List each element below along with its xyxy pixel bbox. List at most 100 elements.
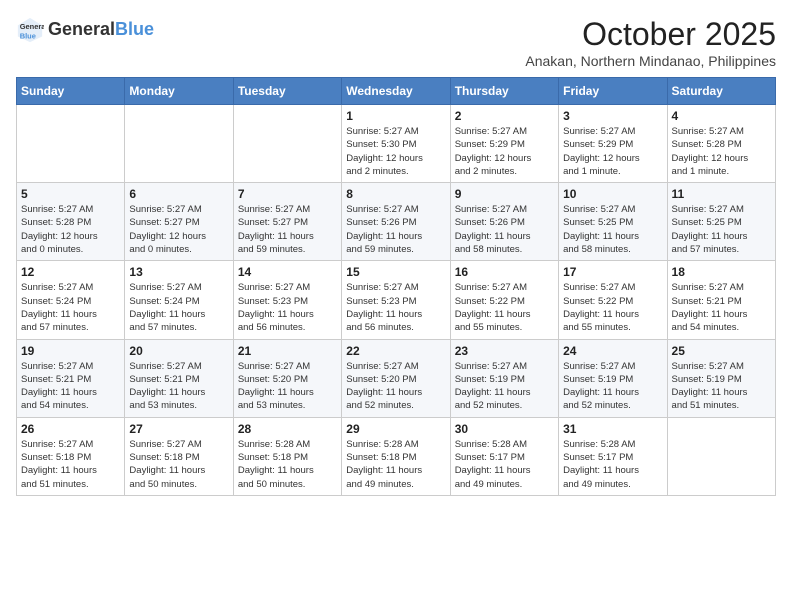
day-number: 5: [21, 187, 120, 201]
day-number: 29: [346, 422, 445, 436]
day-number: 16: [455, 265, 554, 279]
table-row: [233, 105, 341, 183]
logo-blue-text: Blue: [115, 19, 154, 39]
day-info: Sunrise: 5:27 AM Sunset: 5:25 PM Dayligh…: [563, 203, 662, 256]
table-row: 20 Sunrise: 5:27 AM Sunset: 5:21 PM Dayli…: [125, 339, 233, 417]
day-number: 25: [672, 344, 771, 358]
day-number: 20: [129, 344, 228, 358]
day-info: Sunrise: 5:27 AM Sunset: 5:19 PM Dayligh…: [672, 360, 771, 413]
table-row: 28 Sunrise: 5:28 AM Sunset: 5:18 PM Dayli…: [233, 417, 341, 495]
day-info: Sunrise: 5:27 AM Sunset: 5:20 PM Dayligh…: [346, 360, 445, 413]
day-info: Sunrise: 5:28 AM Sunset: 5:18 PM Dayligh…: [238, 438, 337, 491]
table-row: 3Sunrise: 5:27 AM Sunset: 5:29 PM Daylig…: [559, 105, 667, 183]
day-number: 8: [346, 187, 445, 201]
day-number: 23: [455, 344, 554, 358]
table-row: 29 Sunrise: 5:28 AM Sunset: 5:18 PM Dayli…: [342, 417, 450, 495]
day-number: 9: [455, 187, 554, 201]
day-info: Sunrise: 5:27 AM Sunset: 5:24 PM Dayligh…: [129, 281, 228, 334]
table-row: 30Sunrise: 5:28 AM Sunset: 5:17 PM Dayli…: [450, 417, 558, 495]
day-info: Sunrise: 5:27 AM Sunset: 5:28 PM Dayligh…: [21, 203, 120, 256]
day-info: Sunrise: 5:27 AM Sunset: 5:20 PM Dayligh…: [238, 360, 337, 413]
day-info: Sunrise: 5:27 AM Sunset: 5:22 PM Dayligh…: [563, 281, 662, 334]
table-row: 2Sunrise: 5:27 AM Sunset: 5:29 PM Daylig…: [450, 105, 558, 183]
day-info: Sunrise: 5:27 AM Sunset: 5:28 PM Dayligh…: [672, 125, 771, 178]
day-info: Sunrise: 5:27 AM Sunset: 5:21 PM Dayligh…: [129, 360, 228, 413]
table-row: 25 Sunrise: 5:27 AM Sunset: 5:19 PM Dayli…: [667, 339, 775, 417]
day-number: 27: [129, 422, 228, 436]
col-monday: Monday: [125, 78, 233, 105]
table-row: 7Sunrise: 5:27 AM Sunset: 5:27 PM Daylig…: [233, 183, 341, 261]
calendar-header-row: Sunday Monday Tuesday Wednesday Thursday…: [17, 78, 776, 105]
col-saturday: Saturday: [667, 78, 775, 105]
day-info: Sunrise: 5:27 AM Sunset: 5:21 PM Dayligh…: [21, 360, 120, 413]
table-row: 24 Sunrise: 5:27 AM Sunset: 5:19 PM Dayli…: [559, 339, 667, 417]
day-number: 1: [346, 109, 445, 123]
day-info: Sunrise: 5:27 AM Sunset: 5:27 PM Dayligh…: [129, 203, 228, 256]
logo: General Blue GeneralBlue: [16, 16, 154, 44]
table-row: 18Sunrise: 5:27 AM Sunset: 5:21 PM Dayli…: [667, 261, 775, 339]
title-block: October 2025 Anakan, Northern Mindanao, …: [525, 16, 776, 69]
day-info: Sunrise: 5:27 AM Sunset: 5:19 PM Dayligh…: [455, 360, 554, 413]
table-row: 14 Sunrise: 5:27 AM Sunset: 5:23 PM Dayli…: [233, 261, 341, 339]
day-number: 10: [563, 187, 662, 201]
day-number: 31: [563, 422, 662, 436]
calendar-week-row: 12Sunrise: 5:27 AM Sunset: 5:24 PM Dayli…: [17, 261, 776, 339]
logo-general-text: General: [48, 19, 115, 39]
day-number: 13: [129, 265, 228, 279]
table-row: 15 Sunrise: 5:27 AM Sunset: 5:23 PM Dayli…: [342, 261, 450, 339]
day-info: Sunrise: 5:27 AM Sunset: 5:30 PM Dayligh…: [346, 125, 445, 178]
day-number: 19: [21, 344, 120, 358]
day-info: Sunrise: 5:27 AM Sunset: 5:26 PM Dayligh…: [346, 203, 445, 256]
svg-text:Blue: Blue: [20, 31, 36, 40]
day-info: Sunrise: 5:27 AM Sunset: 5:21 PM Dayligh…: [672, 281, 771, 334]
day-number: 11: [672, 187, 771, 201]
table-row: 21Sunrise: 5:27 AM Sunset: 5:20 PM Dayli…: [233, 339, 341, 417]
day-number: 22: [346, 344, 445, 358]
table-row: 19 Sunrise: 5:27 AM Sunset: 5:21 PM Dayli…: [17, 339, 125, 417]
table-row: [667, 417, 775, 495]
day-number: 24: [563, 344, 662, 358]
day-number: 7: [238, 187, 337, 201]
day-number: 30: [455, 422, 554, 436]
col-tuesday: Tuesday: [233, 78, 341, 105]
calendar-table: Sunday Monday Tuesday Wednesday Thursday…: [16, 77, 776, 496]
day-number: 14: [238, 265, 337, 279]
table-row: 8 Sunrise: 5:27 AM Sunset: 5:26 PM Daylig…: [342, 183, 450, 261]
day-number: 17: [563, 265, 662, 279]
day-info: Sunrise: 5:28 AM Sunset: 5:18 PM Dayligh…: [346, 438, 445, 491]
table-row: 26 Sunrise: 5:27 AM Sunset: 5:18 PM Dayli…: [17, 417, 125, 495]
table-row: 27 Sunrise: 5:27 AM Sunset: 5:18 PM Dayli…: [125, 417, 233, 495]
table-row: 12Sunrise: 5:27 AM Sunset: 5:24 PM Dayli…: [17, 261, 125, 339]
table-row: 11Sunrise: 5:27 AM Sunset: 5:25 PM Dayli…: [667, 183, 775, 261]
calendar-week-row: 19 Sunrise: 5:27 AM Sunset: 5:21 PM Dayli…: [17, 339, 776, 417]
day-number: 2: [455, 109, 554, 123]
table-row: 1 Sunrise: 5:27 AM Sunset: 5:30 PM Daylig…: [342, 105, 450, 183]
day-number: 3: [563, 109, 662, 123]
table-row: 5 Sunrise: 5:27 AM Sunset: 5:28 PM Daylig…: [17, 183, 125, 261]
day-info: Sunrise: 5:27 AM Sunset: 5:23 PM Dayligh…: [238, 281, 337, 334]
page-header: General Blue GeneralBlue October 2025 An…: [16, 16, 776, 69]
col-sunday: Sunday: [17, 78, 125, 105]
col-thursday: Thursday: [450, 78, 558, 105]
calendar-week-row: 1 Sunrise: 5:27 AM Sunset: 5:30 PM Daylig…: [17, 105, 776, 183]
table-row: [125, 105, 233, 183]
table-row: 17 Sunrise: 5:27 AM Sunset: 5:22 PM Dayli…: [559, 261, 667, 339]
table-row: 13 Sunrise: 5:27 AM Sunset: 5:24 PM Dayli…: [125, 261, 233, 339]
day-number: 26: [21, 422, 120, 436]
table-row: 6Sunrise: 5:27 AM Sunset: 5:27 PM Daylig…: [125, 183, 233, 261]
location-title: Anakan, Northern Mindanao, Philippines: [525, 53, 776, 69]
day-number: 28: [238, 422, 337, 436]
table-row: [17, 105, 125, 183]
day-info: Sunrise: 5:27 AM Sunset: 5:22 PM Dayligh…: [455, 281, 554, 334]
day-info: Sunrise: 5:27 AM Sunset: 5:26 PM Dayligh…: [455, 203, 554, 256]
svg-text:General: General: [20, 22, 44, 31]
day-info: Sunrise: 5:27 AM Sunset: 5:19 PM Dayligh…: [563, 360, 662, 413]
day-info: Sunrise: 5:27 AM Sunset: 5:23 PM Dayligh…: [346, 281, 445, 334]
calendar-week-row: 26 Sunrise: 5:27 AM Sunset: 5:18 PM Dayli…: [17, 417, 776, 495]
day-info: Sunrise: 5:27 AM Sunset: 5:18 PM Dayligh…: [129, 438, 228, 491]
day-number: 4: [672, 109, 771, 123]
table-row: 4 Sunrise: 5:27 AM Sunset: 5:28 PM Daylig…: [667, 105, 775, 183]
table-row: 22 Sunrise: 5:27 AM Sunset: 5:20 PM Dayli…: [342, 339, 450, 417]
day-info: Sunrise: 5:27 AM Sunset: 5:18 PM Dayligh…: [21, 438, 120, 491]
day-number: 15: [346, 265, 445, 279]
